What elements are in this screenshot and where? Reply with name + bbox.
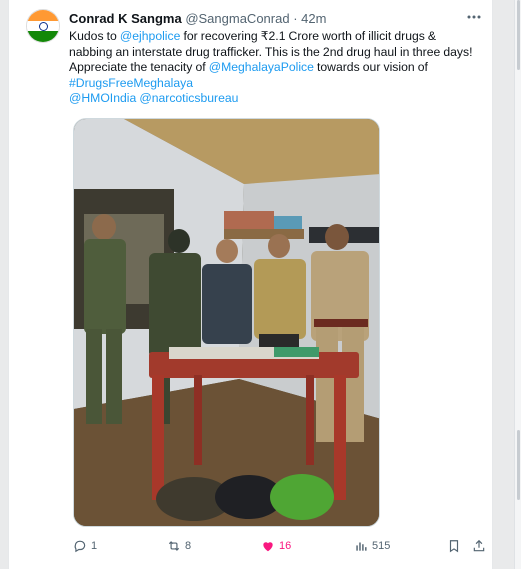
like-button[interactable]: 16	[261, 536, 291, 556]
views-button[interactable]: 515	[354, 536, 390, 556]
more-options-icon[interactable]	[464, 7, 484, 27]
separator-dot: ·	[293, 11, 298, 26]
reply-button[interactable]: 1	[73, 536, 97, 556]
reply-count: 1	[91, 540, 98, 552]
mention-ejhpolice[interactable]: @ejhpolice	[120, 29, 180, 43]
author-handle[interactable]: @SangmaConrad	[185, 11, 289, 26]
mention-meghalayapolice[interactable]: @MeghalayaPolice	[209, 60, 314, 74]
view-count: 515	[372, 540, 391, 552]
tweet-photo[interactable]	[73, 118, 380, 527]
author-name[interactable]: Conrad K Sangma	[69, 11, 182, 26]
tweet-header: Conrad K Sangma @SangmaConrad · 42m	[69, 11, 326, 27]
scrollbar[interactable]	[514, 0, 521, 569]
repost-count: 8	[185, 540, 192, 552]
share-icon	[473, 539, 485, 552]
tweet-text: Kudos to @ejhpolice for recovering ₹2.1 …	[69, 29, 487, 107]
repost-icon	[168, 541, 180, 551]
text-line: nabbing an interstate drug trafficker. T…	[69, 44, 473, 59]
text-fragment: Kudos to	[69, 29, 120, 43]
heart-filled-icon	[263, 542, 273, 552]
analytics-bar-icon	[356, 542, 367, 551]
text-fragment: for recovering ₹2.1 Crore worth of illic…	[180, 29, 437, 43]
text-fragment: towards our vision of	[313, 60, 428, 75]
reply-icon	[74, 540, 86, 553]
timestamp[interactable]: 42m	[301, 11, 326, 26]
like-count: 16	[279, 540, 292, 552]
bookmark-button[interactable]	[447, 536, 461, 556]
mention-narcoticsbureau[interactable]: @narcoticsbureau	[139, 91, 238, 105]
repost-button[interactable]: 8	[167, 536, 191, 556]
hashtag-drugsfreemeghalaya[interactable]: #DrugsFreeMeghalaya	[69, 76, 193, 90]
tweet-actions: 1 8 16 515	[69, 536, 489, 556]
text-fragment: Appreciate the tenacity of	[69, 60, 209, 75]
share-button[interactable]	[472, 536, 486, 556]
mention-hmoindia[interactable]: @HMOIndia	[69, 91, 136, 105]
bookmark-icon	[449, 540, 459, 553]
avatar[interactable]	[26, 9, 60, 43]
india-flag-icon	[27, 10, 59, 42]
tweet-card[interactable]: Conrad K Sangma @SangmaConrad · 42m Kudo…	[8, 0, 493, 569]
photo-police-with-seized-drugs	[74, 119, 379, 526]
